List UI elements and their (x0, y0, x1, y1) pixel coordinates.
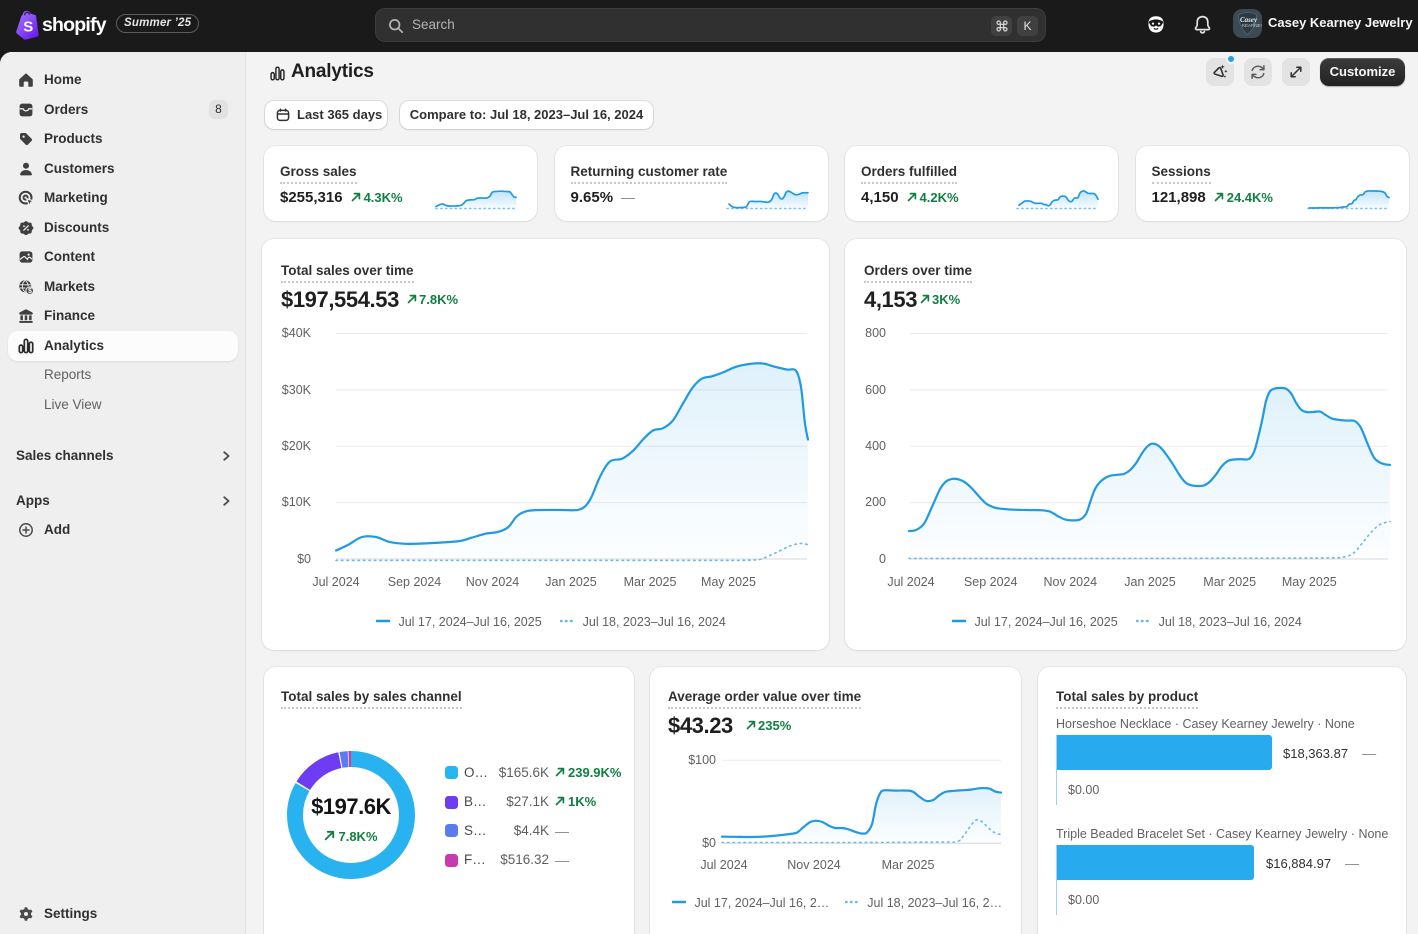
svg-text:KEARNEY: KEARNEY (1242, 23, 1262, 28)
svg-text:$: $ (28, 288, 32, 295)
svg-text:S: S (23, 19, 33, 36)
